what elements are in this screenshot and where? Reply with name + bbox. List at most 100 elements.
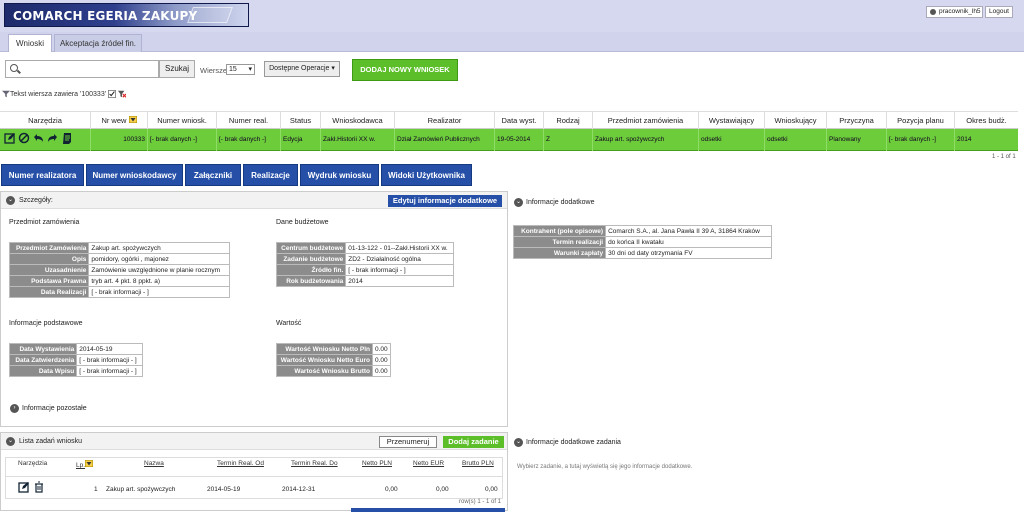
task-col-netto-pln[interactable]: Netto PLN [362, 460, 392, 467]
field-label: Przedmiot Zamówienia [8, 242, 90, 254]
trash-icon[interactable] [33, 481, 45, 493]
toolbar: Szukaj Wiersze 15 Dostępne Operacje ▾ DO… [0, 52, 1024, 110]
logo-decoration [187, 7, 233, 23]
przedmiot-title: Przedmiot zamówienia [9, 219, 80, 226]
app-title: COMARCH EGERIA ZAKUPY [13, 9, 198, 23]
table-row[interactable]: 100333 [- brak danych -] [- brak danych … [0, 129, 1018, 151]
edit-icon[interactable] [4, 132, 16, 144]
field-value: [ - brak informacji - ] [76, 354, 143, 366]
col-pozycja-planu[interactable]: Pozycja planu [886, 112, 954, 130]
operations-button[interactable]: Dostępne Operacje ▾ [264, 61, 340, 77]
collapse-icon[interactable]: ⌄ [6, 437, 15, 446]
expand-icon[interactable]: › [10, 404, 19, 413]
cell-nr-wew: 100333 [90, 129, 147, 151]
additional-info-table: Kontrahent (pole opisowe) Comarch S.A., a… [512, 225, 772, 259]
additional-info-title: Informacje dodatkowe [526, 199, 595, 206]
task-cell-od: 2014-05-19 [207, 486, 241, 493]
cell-numer-wniosk: [- brak danych -] [147, 129, 216, 151]
col-wnioskujacy[interactable]: Wnioskujący [764, 112, 826, 130]
col-realizator[interactable]: Realizator [394, 112, 494, 130]
col-numer-real[interactable]: Numer real. [216, 112, 280, 130]
col-data-wyst[interactable]: Data wyst. [494, 112, 543, 130]
tab-wnioski[interactable]: Wnioski [8, 34, 52, 53]
app-logo: COMARCH EGERIA ZAKUPY [4, 3, 249, 27]
podst-title: Informacje podstawowe [9, 320, 83, 327]
undo-icon[interactable] [32, 132, 44, 144]
task-col-brutto-pln[interactable]: Brutto PLN [462, 460, 494, 467]
checkbox-icon[interactable] [108, 90, 117, 98]
field-value: 0.00 [372, 354, 391, 366]
clear-filter-icon[interactable] [117, 90, 126, 98]
add-request-button[interactable]: DODAJ NOWY WNIOSEK [352, 59, 458, 81]
col-numer-wniosk[interactable]: Numer wniosk. [147, 112, 216, 130]
field-value: 0.00 [372, 343, 391, 355]
cell-rodzaj: Z [543, 129, 592, 151]
document-icon[interactable] [61, 132, 73, 144]
rows-select[interactable]: 15 [226, 64, 255, 75]
cell-przyczyna: Planowany [826, 129, 886, 151]
field-label: Opis [8, 253, 90, 265]
search-button[interactable]: Szukaj [159, 60, 195, 78]
col-okres-budz[interactable]: Okres budż. [954, 112, 1018, 130]
collapse-icon[interactable]: ⌄ [514, 438, 523, 447]
task-col-netto-eur[interactable]: Netto EUR [413, 460, 444, 467]
edit-info-button[interactable]: Edytuj informacje dodatkowe [388, 195, 502, 207]
col-status[interactable]: Status [280, 112, 320, 130]
logout-button[interactable]: Logout [985, 6, 1013, 18]
collapse-icon[interactable]: ⌄ [514, 198, 523, 207]
cell-numer-real: [- brak danych -] [216, 129, 280, 151]
col-przedmiot[interactable]: Przedmiot zamówienia [592, 112, 698, 130]
col-nr-wew[interactable]: Nr wew [90, 112, 147, 130]
numer-realizatora-button[interactable]: Numer realizatora [1, 164, 84, 186]
task-info-title: Informacje dodatkowe zadania [526, 439, 621, 446]
col-wnioskodawca[interactable]: Wnioskodawca [320, 112, 394, 130]
wydruk-wniosku-button[interactable]: Wydruk wniosku [300, 164, 379, 186]
grid-pager: 1 - 1 of 1 [992, 154, 1016, 160]
task-info-hint: Wybierz zadanie, a tutaj wyświetlą się j… [517, 464, 693, 470]
zalaczniki-button[interactable]: Załączniki [185, 164, 241, 186]
cell-status: Edycja [280, 129, 320, 151]
field-value: ZD2 - Działalność ogólna [345, 253, 454, 265]
additional-info-panel: ⌄ Informacje dodatkowe Kontrahent (pole … [512, 191, 1024, 427]
details-panel: ⌄ Szczegóły: Edytuj informacje dodatkowe… [0, 191, 508, 427]
task-col-lp[interactable]: Lp. [76, 459, 94, 469]
field-value: [ - brak informacji - ] [76, 365, 143, 377]
bottom-button-edge[interactable] [351, 508, 505, 512]
edit-icon[interactable] [18, 481, 30, 493]
cancel-icon[interactable] [18, 132, 30, 144]
collapse-icon[interactable]: ⌄ [6, 196, 15, 205]
cell-okres-budz: 2014 [954, 129, 1018, 151]
task-cell-netto-pln: 0,00 [385, 486, 398, 493]
task-col-do[interactable]: Termin Real. Do [291, 460, 338, 467]
redo-icon[interactable] [47, 132, 59, 144]
user-badge[interactable]: pracownik_lh5 [926, 6, 983, 18]
field-value: 2014-05-19 [76, 343, 143, 355]
other-info-toggle[interactable]: Informacje pozostałe [22, 405, 87, 412]
field-value: pomidory, ogórki , majonez [88, 253, 230, 265]
col-narzedzia[interactable]: Narzędzia [0, 112, 90, 130]
renumber-button[interactable]: Przenumeruj [379, 436, 437, 448]
tasks-header: ⌄ Lista zadań wniosku Przenumeruj Dodaj … [1, 433, 507, 450]
cell-przedmiot: Zakup art. spożywczych [592, 129, 698, 151]
col-przyczyna[interactable]: Przyczyna [826, 112, 886, 130]
numer-wnioskodawcy-button[interactable]: Numer wnioskodawcy [86, 164, 183, 186]
col-rodzaj[interactable]: Rodzaj [543, 112, 592, 130]
task-cell-do: 2014-12-31 [282, 486, 316, 493]
tab-akceptacja[interactable]: Akceptacja źródeł fin. [54, 34, 142, 52]
task-col-od[interactable]: Termin Real. Od [217, 460, 264, 467]
sort-icon [128, 115, 138, 124]
field-label: Warunki zapłaty [512, 247, 607, 259]
add-task-button[interactable]: Dodaj zadanie [443, 436, 504, 448]
task-col-narzedzia[interactable]: Narzędzia [18, 460, 47, 467]
realizacje-button[interactable]: Realizacje [243, 164, 298, 186]
widoki-uzytkownika-button[interactable]: Widoki Użytkownika [381, 164, 472, 186]
field-label: Termin realizacji [512, 236, 607, 248]
field-label: Data Wystawienia [8, 343, 78, 355]
field-label: Data Wpisu [8, 365, 78, 377]
cell-realizator: Dział Zamówień Publicznych [394, 129, 494, 151]
user-name: pracownik_lh5 [939, 8, 981, 15]
field-value: [ - brak informacji - ] [345, 264, 454, 276]
col-wystawiajacy[interactable]: Wystawiający [698, 112, 764, 130]
task-col-nazwa[interactable]: Nazwa [144, 460, 164, 467]
search-input[interactable] [5, 60, 159, 78]
